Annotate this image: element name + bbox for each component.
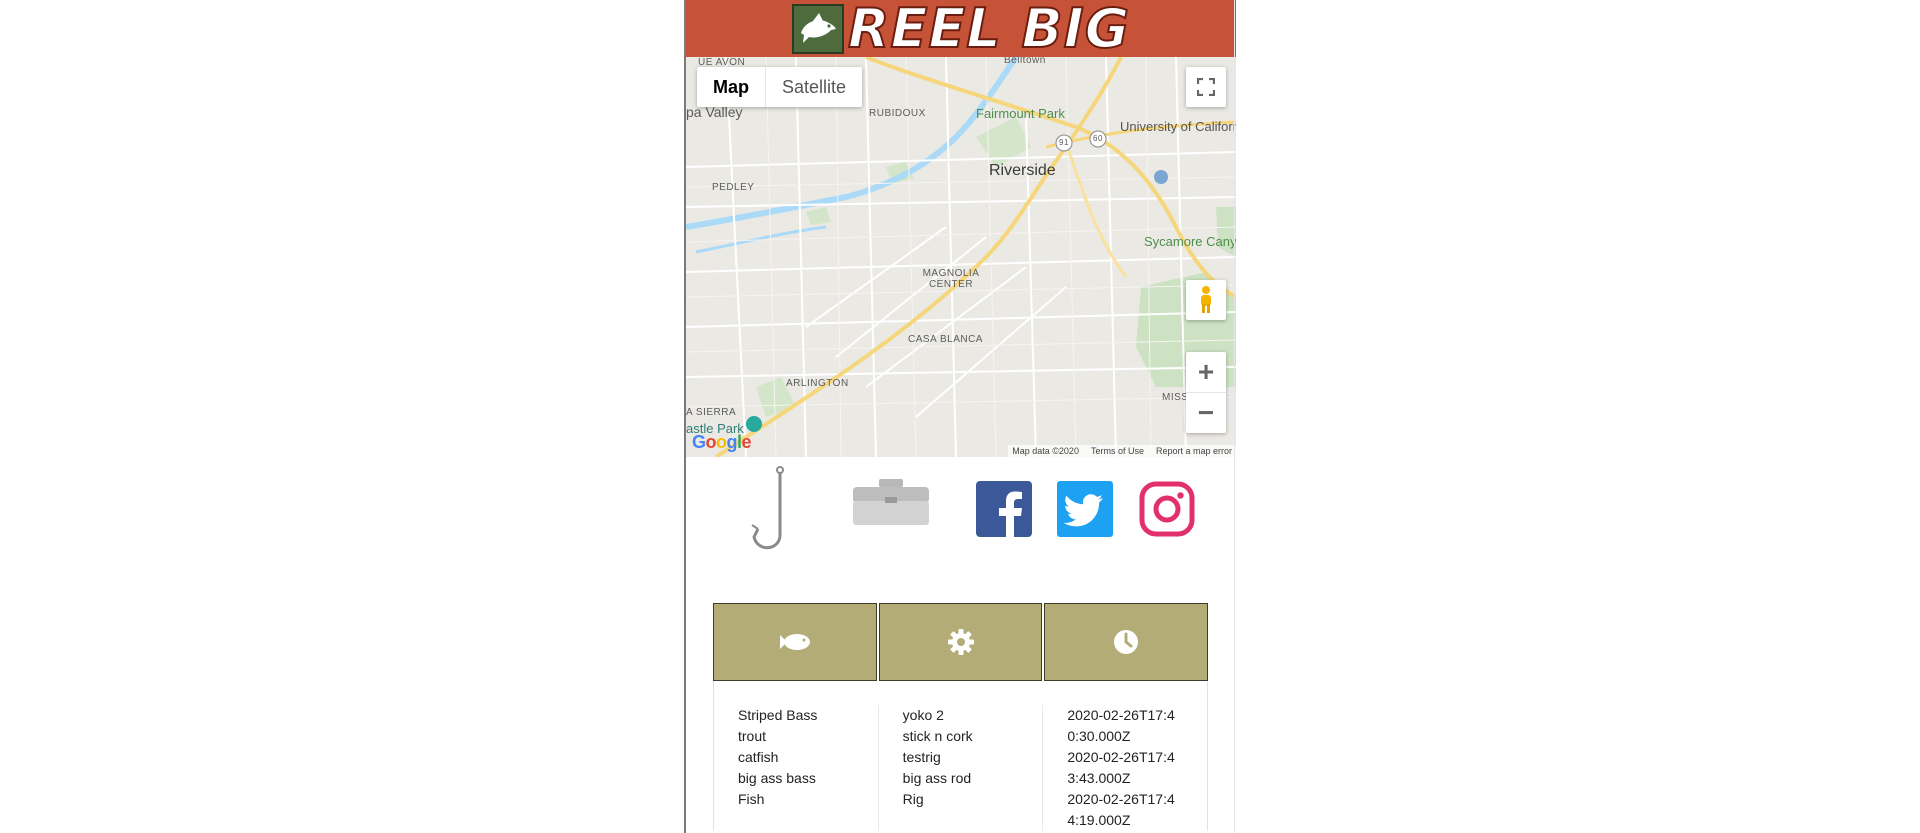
fish-cell: big ass bass — [738, 770, 816, 786]
map-label-jurupa-valley: pa Valley — [686, 104, 743, 120]
map-label-ucr: University of California, Riverside — [1120, 119, 1236, 134]
zoom-control: + − — [1186, 352, 1226, 433]
report-map-error-link[interactable]: Report a map error — [1156, 446, 1232, 456]
twitter-link[interactable] — [1056, 480, 1114, 538]
route-60-shield: 60 — [1093, 134, 1103, 143]
hook-button[interactable] — [741, 462, 801, 557]
table-body: Striped Bass trout catfish big ass bass … — [713, 681, 1208, 831]
fish-cell: Striped Bass — [738, 707, 818, 723]
hook-icon — [751, 465, 784, 549]
zoom-in-button[interactable]: + — [1186, 352, 1226, 393]
catch-log-table: Striped Bass trout catfish big ass bass … — [713, 603, 1209, 831]
fullscreen-icon — [1197, 78, 1215, 96]
time-cell: 2020-02-26T17:40:30.000Z — [1067, 707, 1175, 744]
tackle-box-icon — [853, 479, 929, 525]
fish-icon — [779, 634, 810, 650]
app-header: REEL BIG — [686, 0, 1236, 57]
twitter-icon — [1057, 481, 1113, 537]
rig-column-header[interactable] — [878, 603, 1043, 681]
time-column: 2020-02-26T17:40:30.000Z 2020-02-26T17:4… — [1043, 705, 1207, 831]
google-logo[interactable]: Google — [692, 432, 752, 453]
app-frame: REEL BIG UE AVON Belltown pa Valley RUBI… — [684, 0, 1236, 833]
nav-icon-row — [686, 462, 1236, 562]
map-type-toggle: Map Satellite — [697, 67, 863, 107]
rig-column: yoko 2 stick n cork testrig big ass rod … — [879, 705, 1044, 831]
brand-title: REEL BIG — [847, 0, 1131, 60]
rig-cell: Rig — [902, 791, 924, 807]
pegman-icon — [1201, 286, 1211, 313]
map-label-la-sierra: A SIERRA — [686, 407, 737, 418]
app-right-border — [1234, 0, 1235, 833]
time-cell: 2020-02-26T17:44:19.000Z — [1067, 791, 1175, 828]
map-label-belltown: Belltown — [1004, 57, 1046, 66]
time-column-header[interactable] — [1044, 603, 1209, 681]
route-91-shield: 91 — [1059, 138, 1069, 147]
rig-cell: stick n cork — [902, 728, 973, 744]
map-label-rubidoux: RUBIDOUX — [869, 108, 926, 119]
map-view[interactable]: UE AVON Belltown pa Valley RUBIDOUX Fair… — [686, 57, 1236, 457]
facebook-icon — [976, 481, 1032, 537]
map-type-satellite-button[interactable]: Satellite — [766, 67, 862, 107]
rig-cell: big ass rod — [902, 770, 972, 786]
facebook-link[interactable] — [975, 480, 1033, 538]
instagram-icon — [1139, 481, 1195, 537]
map-label-magnolia: MAGNOLIA CENTER — [922, 268, 980, 290]
fish-column-header[interactable] — [713, 603, 877, 681]
zoom-out-button[interactable]: − — [1186, 393, 1226, 433]
fullscreen-button[interactable] — [1186, 67, 1226, 107]
pegman-button[interactable] — [1186, 280, 1226, 320]
map-tiles — [686, 57, 1236, 457]
map-label-riverside: Riverside — [989, 162, 1056, 179]
map-label-arlington: ARLINGTON — [786, 378, 849, 389]
rig-cell: yoko 2 — [902, 707, 944, 723]
fish-column: Striped Bass trout catfish big ass bass … — [714, 705, 879, 831]
tackle-box-button[interactable] — [848, 472, 934, 532]
fish-cell: catfish — [738, 749, 779, 765]
terms-of-use-link[interactable]: Terms of Use — [1091, 446, 1144, 456]
gear-icon — [947, 629, 974, 655]
instagram-link[interactable] — [1138, 480, 1196, 538]
table-header — [713, 603, 1209, 681]
map-data-attribution: Map data ©2020 — [1012, 446, 1079, 456]
bass-fish-icon — [791, 3, 844, 54]
fish-cell: trout — [738, 728, 767, 744]
time-cell: 2020-02-26T17:43:43.000Z — [1067, 749, 1175, 786]
map-label-pedley: PEDLEY — [712, 182, 755, 193]
clock-icon — [1114, 630, 1139, 654]
map-label-sycamore: Sycamore Canyon Wilderness Pa — [1144, 234, 1236, 249]
map-type-map-button[interactable]: Map — [697, 67, 766, 107]
map-label-casa-blanca: CASA BLANCA — [908, 334, 983, 345]
fish-cell: Fish — [738, 791, 765, 807]
map-footer: Map data ©2020 Terms of Use Report a map… — [1008, 445, 1236, 457]
rig-cell: testrig — [902, 749, 941, 765]
map-label-fairmount-park: Fairmount Park — [976, 106, 1065, 121]
